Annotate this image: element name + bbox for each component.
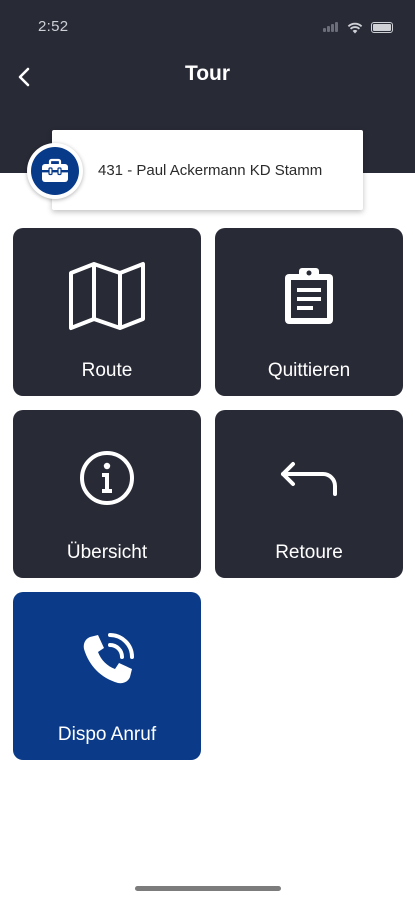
phone-call-icon	[83, 633, 134, 684]
map-icon	[69, 262, 145, 330]
quittieren-tile[interactable]: Quittieren	[215, 228, 403, 396]
quittieren-label: Quittieren	[267, 360, 351, 381]
dispo-anruf-tile[interactable]: Dispo Anruf	[13, 592, 201, 760]
dispo-anruf-label: Dispo Anruf	[57, 724, 157, 745]
tour-label: 431 - Paul Ackermann KD Stamm	[98, 161, 323, 179]
battery-icon	[371, 22, 393, 33]
return-arrow-icon	[281, 462, 337, 496]
toolbox-icon	[42, 158, 68, 182]
signal-icon	[323, 19, 339, 36]
retoure-label: Retoure	[275, 542, 343, 563]
info-icon	[80, 451, 134, 505]
status-bar: 2:52	[0, 0, 415, 48]
status-time: 2:52	[38, 18, 69, 35]
tour-avatar	[27, 143, 83, 199]
route-label: Route	[81, 360, 133, 381]
home-indicator[interactable]	[135, 886, 281, 891]
page-title: Tour	[184, 62, 231, 85]
uebersicht-label: Übersicht	[66, 542, 148, 563]
clipboard-icon	[285, 268, 333, 324]
route-tile[interactable]: Route	[13, 228, 201, 396]
uebersicht-tile[interactable]: Übersicht	[13, 410, 201, 578]
wifi-icon	[347, 22, 363, 33]
tour-selector-card[interactable]: 431 - Paul Ackermann KD Stamm	[52, 130, 363, 210]
status-icons	[323, 19, 393, 36]
retoure-tile[interactable]: Retoure	[215, 410, 403, 578]
